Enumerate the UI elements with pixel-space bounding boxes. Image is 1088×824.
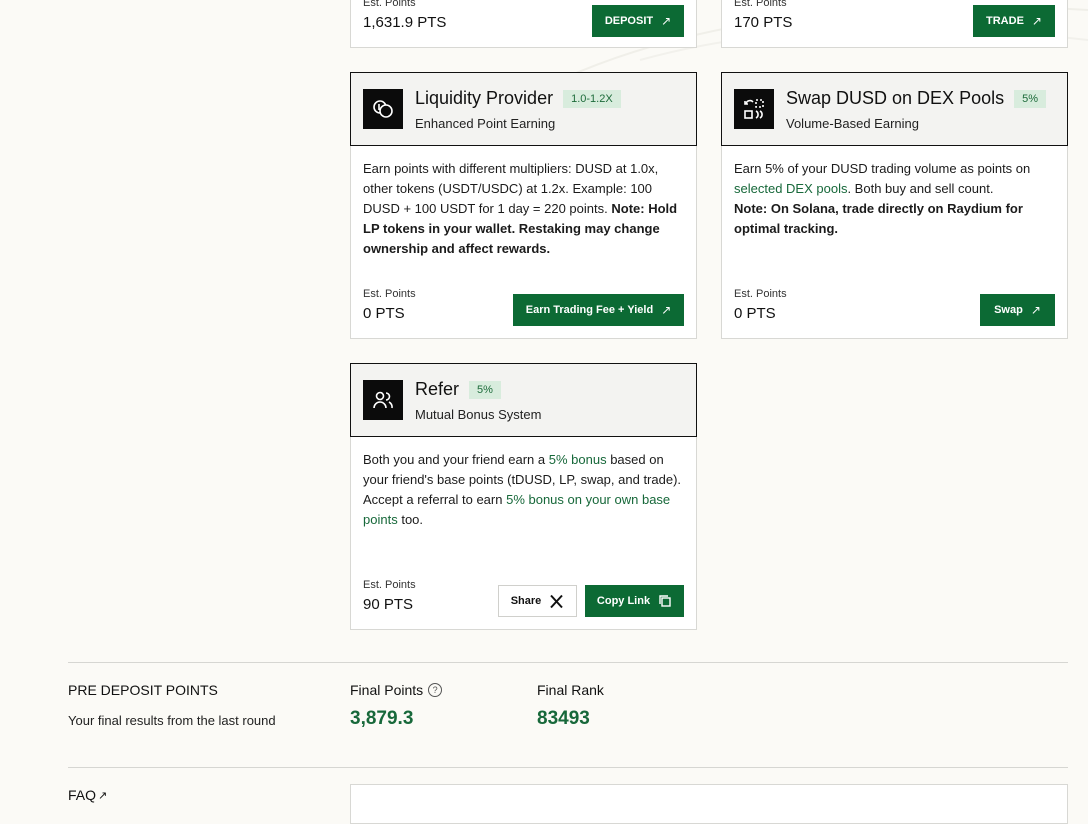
earn-trading-fee-button[interactable]: Earn Trading Fee + Yield ↗ [513,294,684,326]
percent-badge: 5% [1014,89,1046,108]
card-header: Liquidity Provider 1.0-1.2X Enhanced Poi… [350,72,697,146]
arrow-up-right-icon: ↗ [661,14,672,28]
arrow-up-right-icon: ↗ [661,303,672,317]
card-title-text: Liquidity Provider [415,88,554,108]
description-text: Both you and your friend earn a [363,452,546,467]
card-header: Refer 5% Mutual Bonus System [350,363,697,437]
description-text: Earn 5% of your DUSD trading volume as p… [734,161,1031,176]
multiplier-badge: 1.0-1.2X [563,89,621,108]
card-description: Both you and your friend earn a 5% bonus… [363,450,684,530]
description-text-4: too. [401,512,424,527]
trade-button-label: TRADE [986,15,1024,27]
x-logo-icon [550,594,564,608]
card-title: Liquidity Provider 1.0-1.2X [415,88,621,109]
card-subtitle: Enhanced Point Earning [415,116,556,131]
refer-card: Refer 5% Mutual Bonus System Both you an… [350,363,697,630]
deposit-card: Est. Points 1,631.9 PTS DEPOSIT ↗ [350,0,697,48]
coins-icon [363,89,403,129]
description-note: Note: On Solana, trade directly on Raydi… [734,201,1023,236]
est-points-label: Est. Points [363,579,416,591]
final-rank-label: Final Rank [537,682,604,698]
card-title: Swap DUSD on DEX Pools 5% [786,88,1046,109]
description-text-2: . Both buy and sell count. [847,181,994,196]
deposit-button-label: DEPOSIT [604,15,654,27]
card-description: Earn points with different multipliers: … [363,159,684,259]
est-points-label: Est. Points [734,288,787,300]
copy-link-button[interactable]: Copy Link [585,585,684,617]
trade-button[interactable]: TRADE ↗ [973,5,1055,37]
card-description: Earn 5% of your DUSD trading volume as p… [734,159,1055,239]
swap-card: Swap DUSD on DEX Pools 5% Volume-Based E… [721,72,1068,339]
est-points-value: 170 PTS [734,14,793,31]
users-icon [363,380,403,420]
card-title-text: Swap DUSD on DEX Pools [786,88,1005,108]
card-header: Swap DUSD on DEX Pools 5% Volume-Based E… [721,72,1068,146]
faq-panel [350,784,1068,824]
pre-deposit-subheading: Your final results from the last round [68,713,276,728]
est-points-label: Est. Points [363,0,416,9]
copy-icon [659,595,671,607]
share-button[interactable]: Share [498,585,577,617]
swap-icon [734,89,774,129]
percent-badge: 5% [469,380,501,399]
card-title-text: Refer [415,379,460,399]
deposit-button[interactable]: DEPOSIT ↗ [592,5,684,37]
final-points-label: Final Points [350,682,424,698]
copy-link-button-label: Copy Link [596,595,651,607]
card-subtitle: Volume-Based Earning [786,116,919,131]
est-points-label: Est. Points [734,0,787,9]
final-points-label-row: Final Points ? [350,682,443,698]
earn-button-label: Earn Trading Fee + Yield [525,304,654,316]
est-points-label: Est. Points [363,288,416,300]
card-title: Refer 5% [415,379,501,400]
faq-link[interactable]: FAQ ↗ [68,787,107,803]
final-points-value: 3,879.3 [350,708,414,729]
est-points-value: 0 PTS [734,305,776,322]
swap-button-label: Swap [994,304,1023,316]
swap-button[interactable]: Swap ↗ [980,294,1055,326]
section-divider [68,767,1068,768]
est-points-value: 0 PTS [363,305,405,322]
selected-dex-pools-link[interactable]: selected DEX pools [734,181,847,196]
help-icon[interactable]: ? [428,683,443,697]
pre-deposit-heading: PRE DEPOSIT POINTS [68,682,218,698]
bonus-highlight: 5% bonus [548,452,607,467]
description-text-3: Accept a referral to earn [363,492,503,507]
section-divider [68,662,1068,663]
faq-label: FAQ [68,787,97,803]
est-points-value: 90 PTS [363,596,414,613]
final-rank-value: 83493 [537,708,590,729]
liquidity-provider-card: Liquidity Provider 1.0-1.2X Enhanced Poi… [350,72,697,339]
arrow-up-right-icon: ↗ [1031,14,1042,28]
arrow-up-right-icon: ↗ [1030,303,1041,317]
share-button-label: Share [510,595,542,607]
trade-card: Est. Points 170 PTS TRADE ↗ [721,0,1068,48]
card-subtitle: Mutual Bonus System [415,407,542,422]
est-points-value: 1,631.9 PTS [363,14,447,31]
